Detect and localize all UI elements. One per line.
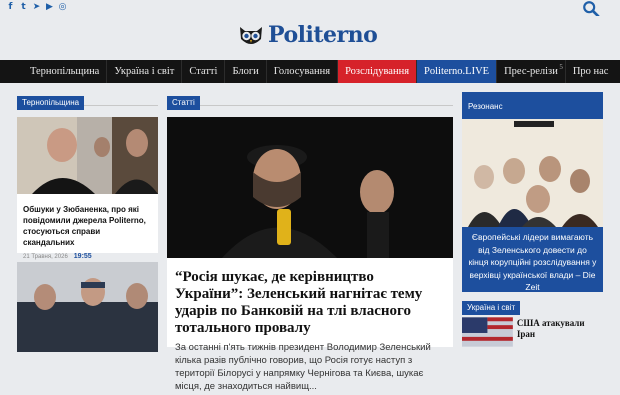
section-header-world: Україна і світ: [462, 297, 603, 315]
site-logo[interactable]: Politerno: [238, 22, 378, 48]
nav-item-0[interactable]: Тернопільщина: [23, 60, 108, 83]
section-tag-articles[interactable]: Статті: [167, 96, 200, 110]
featured-title[interactable]: “Росія шукає, де керівництво України”: З…: [167, 263, 453, 339]
section-tag-world[interactable]: Україна і світ: [462, 301, 521, 315]
instagram-icon[interactable]: ◎: [58, 2, 67, 12]
section-tag-resonance[interactable]: Резонанс: [468, 102, 503, 111]
news-card-2[interactable]: [17, 262, 158, 352]
nav-item-label: Politerno.LIVE: [424, 66, 490, 77]
youtube-icon[interactable]: ▶: [45, 2, 54, 12]
nav-item-7[interactable]: Прес-релізи 5: [497, 60, 566, 83]
resonance-header: Резонанс: [462, 92, 603, 114]
telegram-icon[interactable]: ➤: [32, 2, 41, 12]
news-card[interactable]: Обшуки у Зюбаненка, про які повідомили д…: [17, 117, 158, 260]
nav-item-label: Голосування: [273, 66, 331, 77]
nav-item-3[interactable]: Блоги: [225, 60, 267, 83]
nav-item-1[interactable]: Україна і світ: [107, 60, 183, 83]
nav-item-4[interactable]: Голосування: [267, 60, 339, 83]
nav-item-8[interactable]: Про нас: [566, 60, 616, 83]
featured-lead: За останні п'ять тижнів президент Володи…: [175, 342, 431, 392]
owl-logo-icon: [240, 27, 262, 44]
resonance-photo[interactable]: [462, 119, 603, 227]
section-tag-ternopil[interactable]: Тернопільщина: [17, 96, 85, 110]
social-links: f t ➤ ▶ ◎: [6, 2, 67, 12]
section-header-articles: Статті: [167, 92, 453, 110]
featured-photo[interactable]: [167, 117, 453, 258]
right-column: Резонанс Європейські лідери вимагають ві…: [462, 92, 603, 347]
resonance-text[interactable]: Європейські лідери вимагають від Зеленсь…: [462, 227, 603, 298]
news-date: 21 Травня, 2026: [23, 253, 68, 260]
featured-article[interactable]: “Росія шукає, де керівництво України”: З…: [167, 117, 453, 392]
news-photo-2[interactable]: [17, 262, 158, 352]
nav-item-5[interactable]: Розслідування: [338, 60, 418, 83]
left-column: Тернопільщина Обшуки у Зюбаненка, про як…: [17, 92, 158, 352]
news-title[interactable]: Обшуки у Зюбаненка, про які повідомили д…: [17, 199, 158, 248]
resonance-block[interactable]: Резонанс Європейські лідери вимагають ві…: [462, 92, 603, 292]
site-header: Politerno: [0, 16, 620, 60]
section-header-ternopil: Тернопільщина: [17, 92, 158, 110]
nav-item-label: Тернопільщина: [30, 66, 100, 77]
nav-badge: 5: [559, 63, 563, 71]
middle-column: Статті “Росія шукає, де керівництво Укра…: [167, 92, 453, 392]
nav-item-6[interactable]: Politerno.LIVE: [417, 60, 498, 83]
nav-item-2[interactable]: Статті: [182, 60, 226, 83]
nav-item-label: Статті: [189, 66, 218, 77]
nav-item-label: Про нас: [572, 66, 609, 77]
nav-item-label: Розслідування: [345, 66, 410, 77]
news-photo[interactable]: [17, 117, 158, 194]
top-bar: f t ➤ ▶ ◎: [0, 0, 620, 18]
facebook-icon[interactable]: f: [6, 2, 15, 12]
nav-item-label: Блоги: [232, 66, 259, 77]
news-time: 19:55: [73, 253, 92, 260]
main-navigation: Тернопільщина Україна і світ Статті Блоги Го…: [0, 60, 620, 83]
nav-item-label: Україна і світ: [114, 66, 175, 77]
site-name: Politerno: [268, 22, 378, 48]
nav-item-label: Прес-релізи: [504, 66, 558, 77]
twitter-icon[interactable]: t: [19, 2, 28, 12]
